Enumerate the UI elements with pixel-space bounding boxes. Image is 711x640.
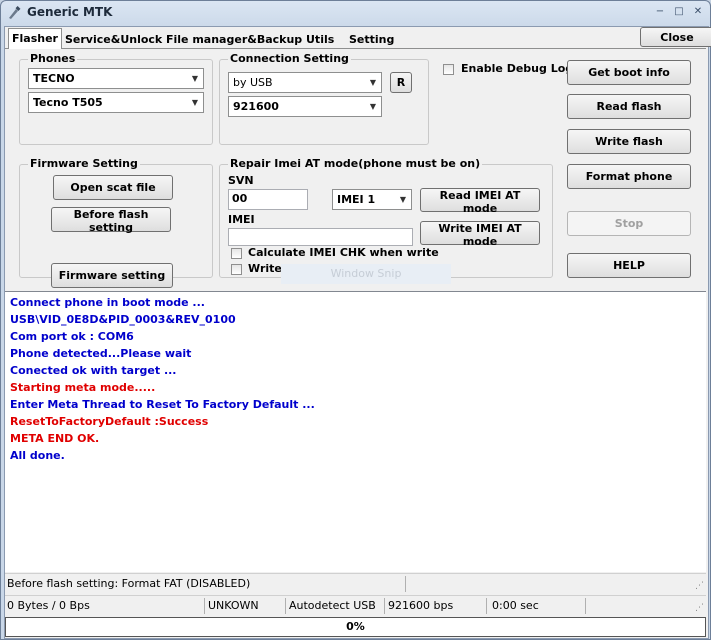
- repair-imei-group: Repair Imei AT mode(phone must be on) SV…: [219, 157, 553, 278]
- phone-tool-icon: [9, 6, 21, 19]
- status-separator: [405, 576, 406, 592]
- firmware-setting-button[interactable]: Firmware setting: [51, 263, 173, 288]
- connection-method-value: by USB: [233, 76, 273, 89]
- help-button[interactable]: HELP: [567, 253, 691, 278]
- svn-label: SVN: [228, 174, 254, 187]
- status-separator: [384, 598, 385, 614]
- before-flash-setting-button[interactable]: Before flash setting: [51, 207, 171, 234]
- status-bar-message: Before flash setting: Format FAT (DISABL…: [5, 573, 706, 594]
- log-output[interactable]: Connect phone in boot mode ... USB\VID_0E…: [5, 291, 706, 572]
- log-line: Enter Meta Thread to Reset To Factory De…: [10, 398, 315, 411]
- status-time: 0:00 sec: [492, 599, 539, 612]
- connection-group: Connection Setting by USB ▼ R 921600 ▼: [219, 52, 429, 145]
- open-scat-file-button[interactable]: Open scat file: [53, 175, 173, 200]
- imei-slot-select[interactable]: IMEI 1 ▼: [332, 189, 412, 210]
- status-port: Autodetect USB: [289, 599, 376, 612]
- minimize-icon[interactable]: −: [652, 6, 668, 18]
- format-phone-button[interactable]: Format phone: [567, 164, 691, 189]
- imei-label: IMEI: [228, 213, 255, 226]
- status-message: Before flash setting: Format FAT (DISABL…: [7, 577, 251, 590]
- tab-utils[interactable]: Utils: [303, 31, 337, 48]
- stop-button[interactable]: Stop: [567, 211, 691, 236]
- log-line: Starting meta mode.....: [10, 381, 156, 394]
- chevron-down-icon: ▼: [191, 98, 198, 107]
- get-boot-info-button[interactable]: Get boot info: [567, 60, 691, 85]
- progress-label: 0%: [346, 620, 365, 633]
- calculate-imei-chk-label: Calculate IMEI CHK when write: [248, 246, 439, 259]
- firmware-group: Firmware Setting Open scat file Before f…: [19, 157, 213, 288]
- brand-select[interactable]: TECNO ▼: [28, 68, 204, 89]
- debug-log-checkbox[interactable]: [443, 64, 454, 75]
- client-area: Flasher Service&Unlock File manager&Back…: [4, 26, 711, 639]
- close-window-icon[interactable]: ✕: [690, 6, 706, 18]
- flasher-panel: Phones TECNO ▼ Tecno T505 ▼ Connection S…: [5, 48, 706, 289]
- write-imei-at-mode-button[interactable]: Write IMEI AT mode: [420, 221, 540, 248]
- restore-icon[interactable]: □: [671, 6, 687, 18]
- firmware-group-title: Firmware Setting: [28, 157, 140, 170]
- read-imei-at-mode-button[interactable]: Read IMEI AT mode: [420, 188, 540, 215]
- status-separator: [486, 598, 487, 614]
- write-svn-checkbox[interactable]: [231, 264, 242, 275]
- status-bytes: 0 Bytes / 0 Bps: [7, 599, 90, 612]
- status-separator: [204, 598, 205, 614]
- tab-service-unlock[interactable]: Service&Unlock: [62, 31, 165, 48]
- window-snip-overlay: Window Snip: [281, 264, 451, 284]
- svn-input[interactable]: 00: [228, 189, 308, 210]
- log-line: Phone detected...Please wait: [10, 347, 192, 360]
- status-separator: [585, 598, 586, 614]
- imei-slot-value: IMEI 1: [337, 193, 376, 206]
- refresh-ports-button[interactable]: R: [390, 72, 412, 93]
- debug-log-label: Enable Debug Log: [461, 62, 574, 75]
- baud-rate-select[interactable]: 921600 ▼: [228, 96, 382, 117]
- tab-setting[interactable]: Setting: [346, 31, 397, 48]
- progress-bar: 0%: [5, 617, 706, 637]
- status-separator: [285, 598, 286, 614]
- baud-rate-value: 921600: [233, 100, 279, 113]
- calculate-imei-chk-checkbox[interactable]: [231, 248, 242, 259]
- log-line: Conected ok with target ...: [10, 364, 177, 377]
- connection-group-title: Connection Setting: [228, 52, 351, 65]
- log-line: META END OK.: [10, 432, 100, 445]
- chevron-down-icon: ▼: [369, 78, 376, 87]
- log-line: ResetToFactoryDefault :Success: [10, 415, 209, 428]
- log-line: USB\VID_0E8D&PID_0003&REV_0100: [10, 313, 236, 326]
- tab-strip: Flasher Service&Unlock File manager&Back…: [5, 27, 711, 49]
- window-title: Generic MTK: [27, 5, 113, 19]
- chevron-down-icon: ▼: [369, 102, 376, 111]
- model-select[interactable]: Tecno T505 ▼: [28, 92, 204, 113]
- connection-method-select[interactable]: by USB ▼: [228, 72, 382, 93]
- chevron-down-icon: ▼: [191, 74, 198, 83]
- phones-group: Phones TECNO ▼ Tecno T505 ▼: [19, 52, 213, 145]
- status-baud: 921600 bps: [388, 599, 454, 612]
- main-window: Generic MTK − □ ✕ Flasher Service&Unlock…: [0, 0, 711, 640]
- resize-grip-icon[interactable]: ⋰: [695, 581, 704, 591]
- log-line: All done.: [10, 449, 65, 462]
- phones-group-title: Phones: [28, 52, 78, 65]
- log-line: Connect phone in boot mode ...: [10, 296, 205, 309]
- tab-flasher[interactable]: Flasher: [8, 28, 62, 49]
- close-button[interactable]: Close: [640, 27, 711, 47]
- chevron-down-icon: ▼: [399, 195, 406, 204]
- write-flash-button[interactable]: Write flash: [567, 129, 691, 154]
- resize-grip-icon[interactable]: ⋰: [695, 603, 704, 613]
- tab-file-manager-backup[interactable]: File manager&Backup: [163, 31, 305, 48]
- imei-input[interactable]: [228, 228, 413, 246]
- status-device: UNKOWN: [208, 599, 259, 612]
- status-bar-info: 0 Bytes / 0 Bps UNKOWN Autodetect USB 92…: [5, 595, 706, 616]
- title-bar[interactable]: Generic MTK − □ ✕: [1, 1, 710, 25]
- read-flash-button[interactable]: Read flash: [567, 94, 691, 119]
- log-line: Com port ok : COM6: [10, 330, 134, 343]
- repair-imei-group-title: Repair Imei AT mode(phone must be on): [228, 157, 483, 170]
- model-select-value: Tecno T505: [33, 96, 103, 109]
- brand-select-value: TECNO: [33, 72, 75, 85]
